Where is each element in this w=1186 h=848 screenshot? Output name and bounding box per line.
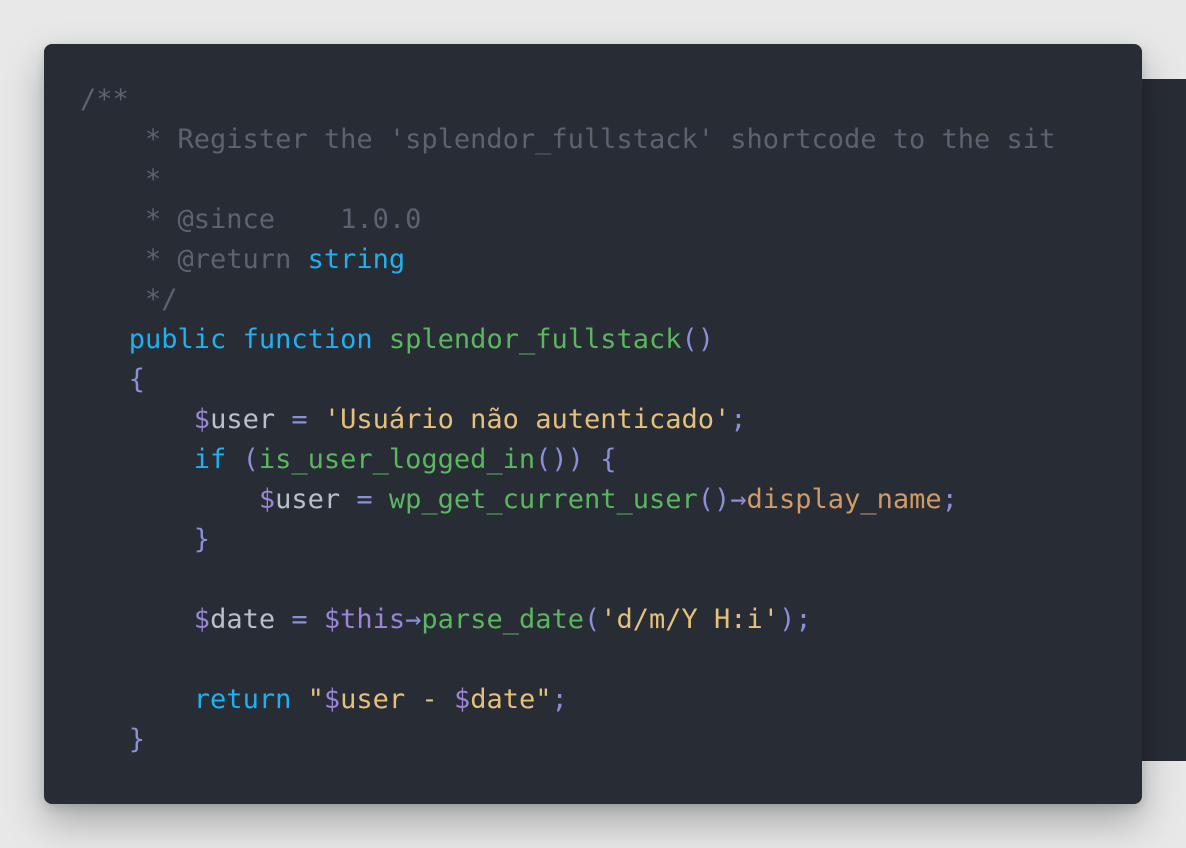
code-token: =	[275, 604, 324, 635]
code-token: -	[405, 684, 454, 715]
code-token: user	[340, 684, 406, 715]
code-token: public	[128, 324, 227, 355]
code-token: parse_date	[421, 604, 584, 635]
code-token: *	[80, 164, 162, 195]
code-token: string	[307, 244, 406, 275]
code-token: ;	[941, 484, 958, 515]
code-token: * @return	[80, 244, 308, 275]
code-token: =	[340, 484, 389, 515]
code-token: 'Usuário não autenticado'	[323, 404, 731, 435]
code-line: public function splendor_fullstack()	[80, 320, 1055, 360]
code-token: (	[583, 604, 601, 635]
code-token: $	[453, 684, 471, 715]
code-token: date	[210, 604, 276, 635]
code-line: $user = 'Usuário não autenticado';	[80, 400, 1055, 440]
code-token: =	[275, 404, 324, 435]
code-token: ()	[681, 324, 715, 355]
code-token: $	[258, 484, 276, 515]
code-token: );	[779, 604, 812, 635]
code-line: */	[80, 280, 1055, 320]
code-line: * Register the 'splendor_fullstack' shor…	[80, 120, 1055, 160]
code-token: is_user_logged_in	[258, 444, 536, 475]
code-token: function	[242, 324, 373, 355]
code-token: /**	[80, 84, 129, 115]
code-token: splendor_fullstack	[388, 324, 682, 355]
code-token: ()	[697, 484, 731, 515]
code-token: $this	[323, 604, 406, 635]
code-line: if (is_user_logged_in()) {	[80, 440, 1055, 480]
code-token: (	[226, 444, 259, 475]
code-token: */	[80, 284, 178, 315]
code-line: * @since 1.0.0	[80, 200, 1055, 240]
code-token: ;	[730, 404, 747, 435]
code-token: if	[193, 444, 227, 475]
code-token: ()) {	[535, 444, 617, 475]
code-window: /** * Register the 'splendor_fullstack' …	[44, 44, 1142, 804]
code-line: /**	[80, 80, 1055, 120]
code-token: →	[730, 484, 747, 515]
code-token: user	[275, 484, 341, 515]
code-token: user	[210, 404, 276, 435]
code-line: return "$user - $date";	[80, 680, 1055, 720]
code-token: $	[193, 604, 211, 635]
code-block: /** * Register the 'splendor_fullstack' …	[80, 80, 1055, 760]
code-line: $date = $this→parse_date('d/m/Y H:i');	[80, 600, 1055, 640]
code-token: }	[193, 524, 211, 555]
code-line: }	[80, 720, 1055, 760]
code-token: * @since 1.0.0	[80, 204, 422, 235]
code-token: display_name	[746, 484, 942, 515]
code-token: "	[535, 684, 552, 715]
code-line: }	[80, 520, 1055, 560]
code-token: ;	[551, 684, 568, 715]
code-line: $user = wp_get_current_user()→display_na…	[80, 480, 1055, 520]
code-token: $	[193, 404, 211, 435]
code-token: wp_get_current_user	[388, 484, 698, 515]
code-token: * Register the 'splendor_fullstack' shor…	[80, 124, 1056, 155]
code-token: date	[470, 684, 536, 715]
code-line: * @return string	[80, 240, 1055, 280]
code-token: $	[323, 684, 341, 715]
code-line: {	[80, 360, 1055, 400]
code-token: return	[193, 684, 292, 715]
code-token: }	[128, 724, 146, 755]
code-token: 'd/m/Y H:i'	[600, 604, 780, 635]
code-token: "	[307, 684, 324, 715]
code-token: {	[128, 364, 146, 395]
code-line: *	[80, 160, 1055, 200]
code-token: →	[405, 604, 422, 635]
